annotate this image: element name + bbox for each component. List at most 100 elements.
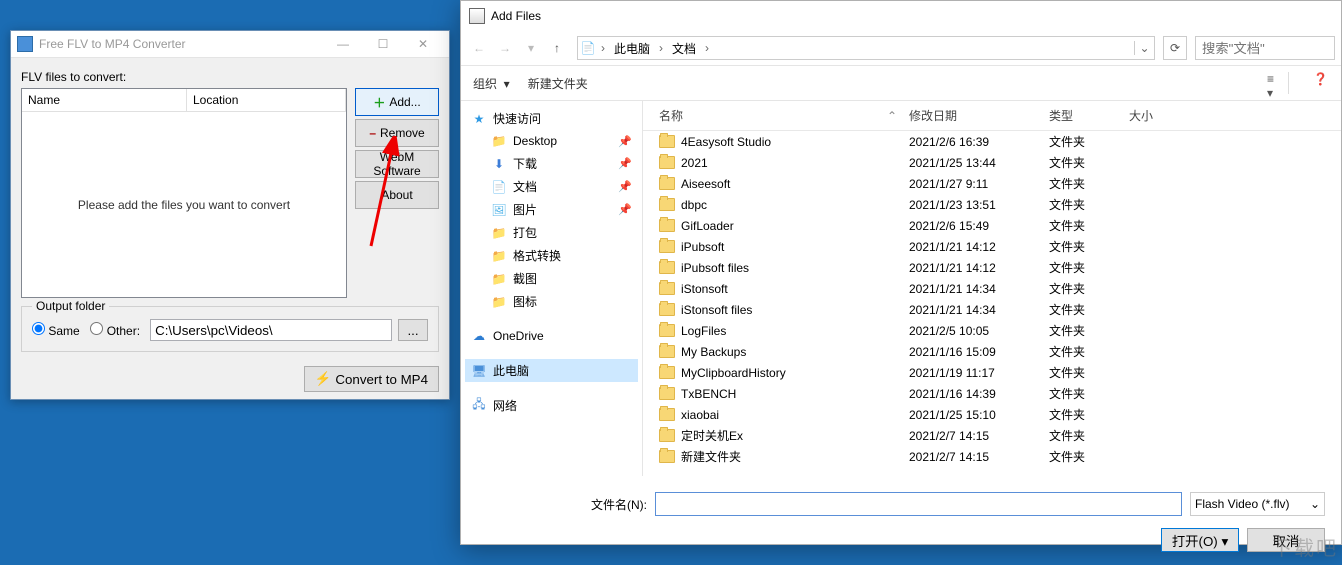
tree-item[interactable]: 📁打包 — [465, 221, 638, 244]
header-size[interactable]: 大小 — [1123, 105, 1183, 126]
dialog-icon — [469, 8, 485, 24]
star-icon: ★ — [471, 111, 487, 127]
add-button[interactable]: ＋Add... — [355, 88, 439, 116]
webm-software-button[interactable]: WebM Software — [355, 150, 439, 178]
folder-icon — [659, 219, 675, 232]
minus-icon: – — [369, 126, 376, 140]
pc-icon: 🖥 — [471, 363, 487, 379]
pin-icon: 📌 — [618, 180, 632, 193]
up-button[interactable]: ↑ — [545, 36, 569, 60]
file-row[interactable]: LogFiles2021/2/5 10:05文件夹 — [643, 320, 1341, 341]
chevron-right-icon[interactable]: › — [656, 41, 666, 55]
search-input[interactable] — [1195, 36, 1335, 60]
folder-icon — [659, 282, 675, 295]
output-path-input[interactable] — [150, 319, 392, 341]
plus-icon: ＋ — [373, 94, 385, 111]
header-type[interactable]: 类型 — [1043, 105, 1123, 126]
folder-icon — [659, 198, 675, 211]
crumb-thispc[interactable]: 此电脑 — [608, 37, 656, 59]
tree-quick-access[interactable]: ★快速访问 — [465, 107, 638, 130]
file-row[interactable]: Aiseesoft2021/1/27 9:11文件夹 — [643, 173, 1341, 194]
empty-message: Please add the files you want to convert — [22, 112, 346, 297]
file-row[interactable]: 4Easysoft Studio2021/2/6 16:39文件夹 — [643, 131, 1341, 152]
file-row[interactable]: xiaobai2021/1/25 15:10文件夹 — [643, 404, 1341, 425]
header-name[interactable]: 名称⌃ — [643, 105, 903, 126]
dialog-title: Add Files — [491, 9, 541, 23]
tree-item[interactable]: 📁Desktop📌 — [465, 130, 638, 152]
maximize-button[interactable]: ☐ — [363, 31, 403, 57]
file-row[interactable]: dbpc2021/1/23 13:51文件夹 — [643, 194, 1341, 215]
column-headers[interactable]: 名称⌃ 修改日期 类型 大小 — [643, 101, 1341, 131]
breadcrumb[interactable]: 📄 › 此电脑 › 文档 › ⌄ — [577, 36, 1155, 60]
folder-icon — [659, 345, 675, 358]
tree-network[interactable]: 🖧网络 — [465, 394, 638, 417]
tree-this-pc[interactable]: 🖥此电脑 — [465, 359, 638, 382]
header-date[interactable]: 修改日期 — [903, 105, 1043, 126]
folder-icon: 📁 — [491, 133, 507, 149]
folder-icon: 📁 — [491, 248, 507, 264]
file-row[interactable]: iPubsoft2021/1/21 14:12文件夹 — [643, 236, 1341, 257]
folder-icon — [659, 135, 675, 148]
tree-item[interactable]: 📄文档📌 — [465, 175, 638, 198]
tree-item[interactable]: 📁格式转换 — [465, 244, 638, 267]
remove-button[interactable]: –Remove — [355, 119, 439, 147]
back-button[interactable]: ← — [467, 36, 491, 60]
help-button[interactable]: ❓ — [1307, 72, 1329, 94]
navigation-tree[interactable]: ★快速访问 📁Desktop📌⬇下载📌📄文档📌🖼图片📌📁打包📁格式转换📁截图📁图… — [461, 101, 643, 476]
chevron-right-icon[interactable]: › — [702, 41, 712, 55]
file-row[interactable]: TxBENCH2021/1/16 14:39文件夹 — [643, 383, 1341, 404]
tree-item[interactable]: 🖼图片📌 — [465, 198, 638, 221]
radio-same[interactable]: Same — [32, 322, 80, 338]
file-row[interactable]: iStonsoft2021/1/21 14:34文件夹 — [643, 278, 1341, 299]
forward-button[interactable]: → — [493, 36, 517, 60]
folder-icon — [659, 156, 675, 169]
radio-other[interactable]: Other: — [90, 322, 140, 338]
file-row[interactable]: 20212021/1/25 13:44文件夹 — [643, 152, 1341, 173]
browse-button[interactable]: ... — [398, 319, 428, 341]
filetype-dropdown[interactable]: Flash Video (*.flv)⌄ — [1190, 492, 1325, 516]
tree-item[interactable]: ⬇下载📌 — [465, 152, 638, 175]
file-list[interactable]: Name Location Please add the files you w… — [21, 88, 347, 298]
file-row[interactable]: iStonsoft files2021/1/21 14:34文件夹 — [643, 299, 1341, 320]
pin-icon: 📌 — [618, 135, 632, 148]
filename-label: 文件名(N): — [477, 496, 647, 513]
tree-item[interactable]: 📁截图 — [465, 267, 638, 290]
close-button[interactable]: ✕ — [403, 31, 443, 57]
convert-button[interactable]: ⚡Convert to MP4 — [304, 366, 439, 392]
tree-item[interactable]: 📁图标 — [465, 290, 638, 313]
organize-menu[interactable]: 组织 ▾ — [473, 75, 510, 92]
file-row[interactable]: MyClipboardHistory2021/1/19 11:17文件夹 — [643, 362, 1341, 383]
converter-titlebar[interactable]: Free FLV to MP4 Converter — ☐ ✕ — [11, 31, 449, 58]
tree-onedrive[interactable]: ☁OneDrive — [465, 325, 638, 347]
document-icon: 📄 — [578, 41, 598, 55]
about-button[interactable]: About — [355, 181, 439, 209]
column-location[interactable]: Location — [187, 89, 346, 111]
folder-icon — [659, 324, 675, 337]
file-row[interactable]: iPubsoft files2021/1/21 14:12文件夹 — [643, 257, 1341, 278]
chevron-down-icon: ⌄ — [1310, 497, 1320, 511]
folder-icon — [659, 429, 675, 442]
folder-icon: ⬇ — [491, 156, 507, 172]
file-row[interactable]: GifLoader2021/2/6 15:49文件夹 — [643, 215, 1341, 236]
filename-input[interactable] — [655, 492, 1182, 516]
folder-icon: 📁 — [491, 271, 507, 287]
folder-icon — [659, 450, 675, 463]
cancel-button[interactable]: 取消 — [1247, 528, 1325, 552]
converter-window: Free FLV to MP4 Converter — ☐ ✕ FLV file… — [10, 30, 450, 400]
crumb-documents[interactable]: 文档 — [666, 37, 702, 59]
file-row[interactable]: My Backups2021/1/16 15:09文件夹 — [643, 341, 1341, 362]
pin-icon: 📌 — [618, 203, 632, 216]
recent-dropdown[interactable]: ▾ — [519, 36, 543, 60]
view-options-button[interactable]: ≡ ▾ — [1267, 72, 1289, 94]
address-dropdown[interactable]: ⌄ — [1134, 41, 1154, 55]
minimize-button[interactable]: — — [323, 31, 363, 57]
file-row[interactable]: 新建文件夹2021/2/7 14:15文件夹 — [643, 446, 1341, 467]
dialog-titlebar[interactable]: Add Files — [461, 1, 1341, 31]
file-row[interactable]: 定时关机Ex2021/2/7 14:15文件夹 — [643, 425, 1341, 446]
chevron-right-icon[interactable]: › — [598, 41, 608, 55]
file-listing: 名称⌃ 修改日期 类型 大小 4Easysoft Studio2021/2/6 … — [643, 101, 1341, 476]
refresh-button[interactable]: ⟳ — [1163, 36, 1187, 60]
new-folder-button[interactable]: 新建文件夹 — [528, 75, 588, 92]
open-button[interactable]: 打开(O) ▾ — [1161, 528, 1239, 552]
column-name[interactable]: Name — [22, 89, 187, 111]
